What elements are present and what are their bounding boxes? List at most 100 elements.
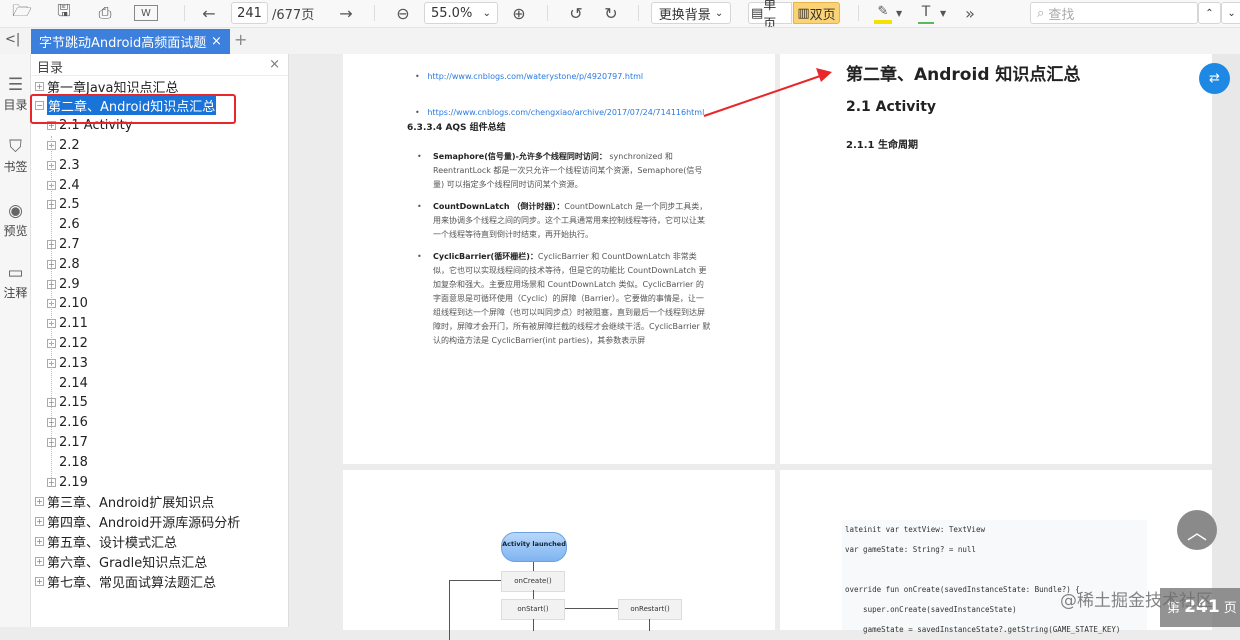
search-icon: ⌕ (1037, 5, 1049, 21)
caret-down-icon[interactable]: ▼ (940, 2, 946, 24)
pdf-page-lower-left: Activity launched onCreate() onStart() o… (343, 470, 775, 640)
toc-item-label: 第三章、Android扩展知识点 (47, 496, 215, 512)
section-heading: 2.1 Activity (846, 99, 937, 115)
expand-icon[interactable]: + (35, 81, 44, 91)
scroll-to-top-button[interactable]: ︿ (1177, 510, 1217, 550)
toc-item[interactable]: + 第四章、Android开源库源码分析 (35, 512, 240, 532)
rail-preview[interactable]: ◉ 预览 (0, 200, 31, 239)
page-badge-suffix: 页 (1223, 601, 1237, 616)
rail-notes[interactable]: ▭ 注释 (0, 262, 31, 301)
toc-item-label: 2.9 (59, 276, 80, 292)
toc-item[interactable]: 2.18 (47, 452, 88, 472)
toc-item-label: 第七章、常见面试算法题汇总 (47, 575, 217, 591)
link[interactable]: https://www.cnblogs.com/chengxiao/archiv… (427, 108, 704, 117)
search-next-button[interactable]: ⌄ (1221, 2, 1240, 24)
collapse-sidebar-icon[interactable]: <| (5, 32, 20, 47)
subsection-heading: 2.1.1 生命周期 (846, 140, 918, 151)
toc-item[interactable]: +2.11 (47, 314, 88, 334)
caret-down-icon[interactable]: ▼ (896, 2, 902, 24)
list-icon: ☰ (7, 75, 24, 95)
close-icon[interactable]: × (269, 57, 280, 72)
translate-icon[interactable]: ⇄ (1199, 63, 1230, 94)
double-page-label: 双页 (809, 7, 836, 23)
toc-item-label: 2.17 (59, 434, 88, 450)
rotate-right-icon[interactable]: ↻ (600, 2, 622, 24)
toc-title: 目录 (37, 61, 64, 76)
zoom-in-icon[interactable]: ⊕ (508, 2, 530, 24)
toc-item[interactable]: +2.10 (47, 294, 88, 314)
rotate-left-icon[interactable]: ↺ (565, 2, 587, 24)
toc-item[interactable]: +2.13 (47, 353, 88, 373)
toc-item[interactable]: +2.12 (47, 333, 88, 353)
convert-word-icon[interactable]: W (134, 5, 158, 21)
rail-bookmarks[interactable]: ⛉ 书签 (0, 136, 31, 175)
bookmark-icon: ⛉ (9, 137, 22, 157)
page-number-input[interactable]: 241 (231, 2, 268, 24)
toc-item-label: 2.16 (59, 415, 88, 431)
expand-icon[interactable]: + (35, 497, 44, 507)
highlight-annotation-box (30, 94, 236, 124)
more-icon[interactable]: » (962, 2, 978, 24)
toc-item[interactable]: +2.17 (47, 432, 88, 452)
toc-item[interactable]: +2.15 (47, 393, 88, 413)
prev-page-icon[interactable]: ← (198, 2, 220, 24)
toc-item[interactable]: + 第一章Java知识点汇总 (35, 76, 178, 96)
tab-document[interactable]: 字节跳动Android高频面试题解析 × (31, 29, 230, 54)
scrollbar[interactable] (1212, 54, 1240, 627)
toc-item-label: 2.4 (59, 177, 80, 193)
zoom-value: 55.0% (431, 5, 473, 21)
section-heading: 6.3.3.4 AQS 组件总结 (407, 123, 506, 133)
item-text: CyclicBarrier 和 CountDownLatch 非常类似，它也可以… (433, 252, 711, 345)
expand-icon[interactable]: + (35, 576, 44, 586)
list-item: • Semaphore(信号量)-允许多个线程同时访问： synchronized… (417, 152, 703, 189)
code-line: var gameState: String? = null (845, 545, 976, 554)
double-page-icon: ▥ (797, 5, 810, 21)
diagram-oncreate: onCreate() (501, 571, 565, 592)
sidebar-rail: ☰ 目录 ⛉ 书签 ◉ 预览 ▭ 注释 (0, 54, 31, 627)
rail-toc[interactable]: ☰ 目录 (0, 74, 31, 113)
single-page-button[interactable]: ▤ 单页 (748, 0, 792, 32)
change-background-button[interactable]: 更换背景 ⌄ (651, 2, 731, 24)
save-icon[interactable]: 🖫 (52, 1, 76, 24)
diagram-onrestart: onRestart() (618, 599, 682, 620)
annotation-arrow (703, 68, 832, 117)
expand-icon[interactable]: + (35, 517, 44, 527)
print-icon[interactable]: ⎙ (92, 2, 118, 24)
search-input[interactable]: ⌕ 查找 (1030, 2, 1198, 24)
tab-bar: <| 字节跳动Android高频面试题解析 × + (0, 27, 1240, 54)
toc-item-label: 2.5 (59, 197, 80, 213)
toc-item-label: 2.15 (59, 395, 88, 411)
toc-item-label: 2.14 (59, 375, 88, 391)
toc-item-label: 2.11 (59, 316, 88, 332)
toc-item[interactable]: 2.14 (47, 373, 88, 393)
toc-item[interactable]: + 第七章、常见面试算法题汇总 (35, 571, 216, 591)
toc-item[interactable]: +2.16 (47, 413, 88, 433)
toc-item[interactable]: +2.19 (47, 472, 88, 492)
link[interactable]: http://www.cnblogs.com/waterystone/p/492… (427, 72, 643, 81)
toc-item-label: 2.3 (59, 157, 80, 173)
highlight-icon[interactable]: ✎ (874, 2, 892, 24)
expand-icon[interactable]: + (35, 536, 44, 546)
open-folder-icon[interactable]: 🗁 (8, 1, 36, 24)
tab-close-icon[interactable]: × (211, 34, 222, 49)
diagram-activity-launched: Activity launched (501, 532, 567, 562)
search-prev-button[interactable]: ⌃ (1198, 2, 1221, 24)
toc-item-label: 2.19 (59, 474, 88, 490)
double-page-button[interactable]: ▥ 双页 (793, 2, 840, 24)
new-tab-icon[interactable]: + (234, 30, 247, 49)
toc-item[interactable]: + 第五章、设计模式汇总 (35, 531, 177, 551)
eye-icon: ◉ (8, 201, 23, 221)
toc-item[interactable]: + 第三章、Android扩展知识点 (35, 492, 214, 512)
toc-item-label: 2.2 (59, 137, 80, 153)
zoom-out-icon[interactable]: ⊖ (392, 2, 414, 24)
watermark: @稀土掘金技术社区 (1060, 591, 1213, 611)
rail-notes-label: 注释 (3, 286, 28, 300)
zoom-select[interactable]: 55.0% ⌄ (424, 2, 498, 24)
toc-item[interactable]: + 第六章、Gradle知识点汇总 (35, 551, 207, 571)
comment-icon: ▭ (7, 263, 24, 283)
text-color-icon[interactable]: T (918, 2, 934, 24)
item-term: CountDownLatch （倒计时器）： (433, 202, 565, 211)
expand-icon[interactable]: + (35, 556, 44, 566)
next-page-icon[interactable]: → (335, 2, 357, 24)
